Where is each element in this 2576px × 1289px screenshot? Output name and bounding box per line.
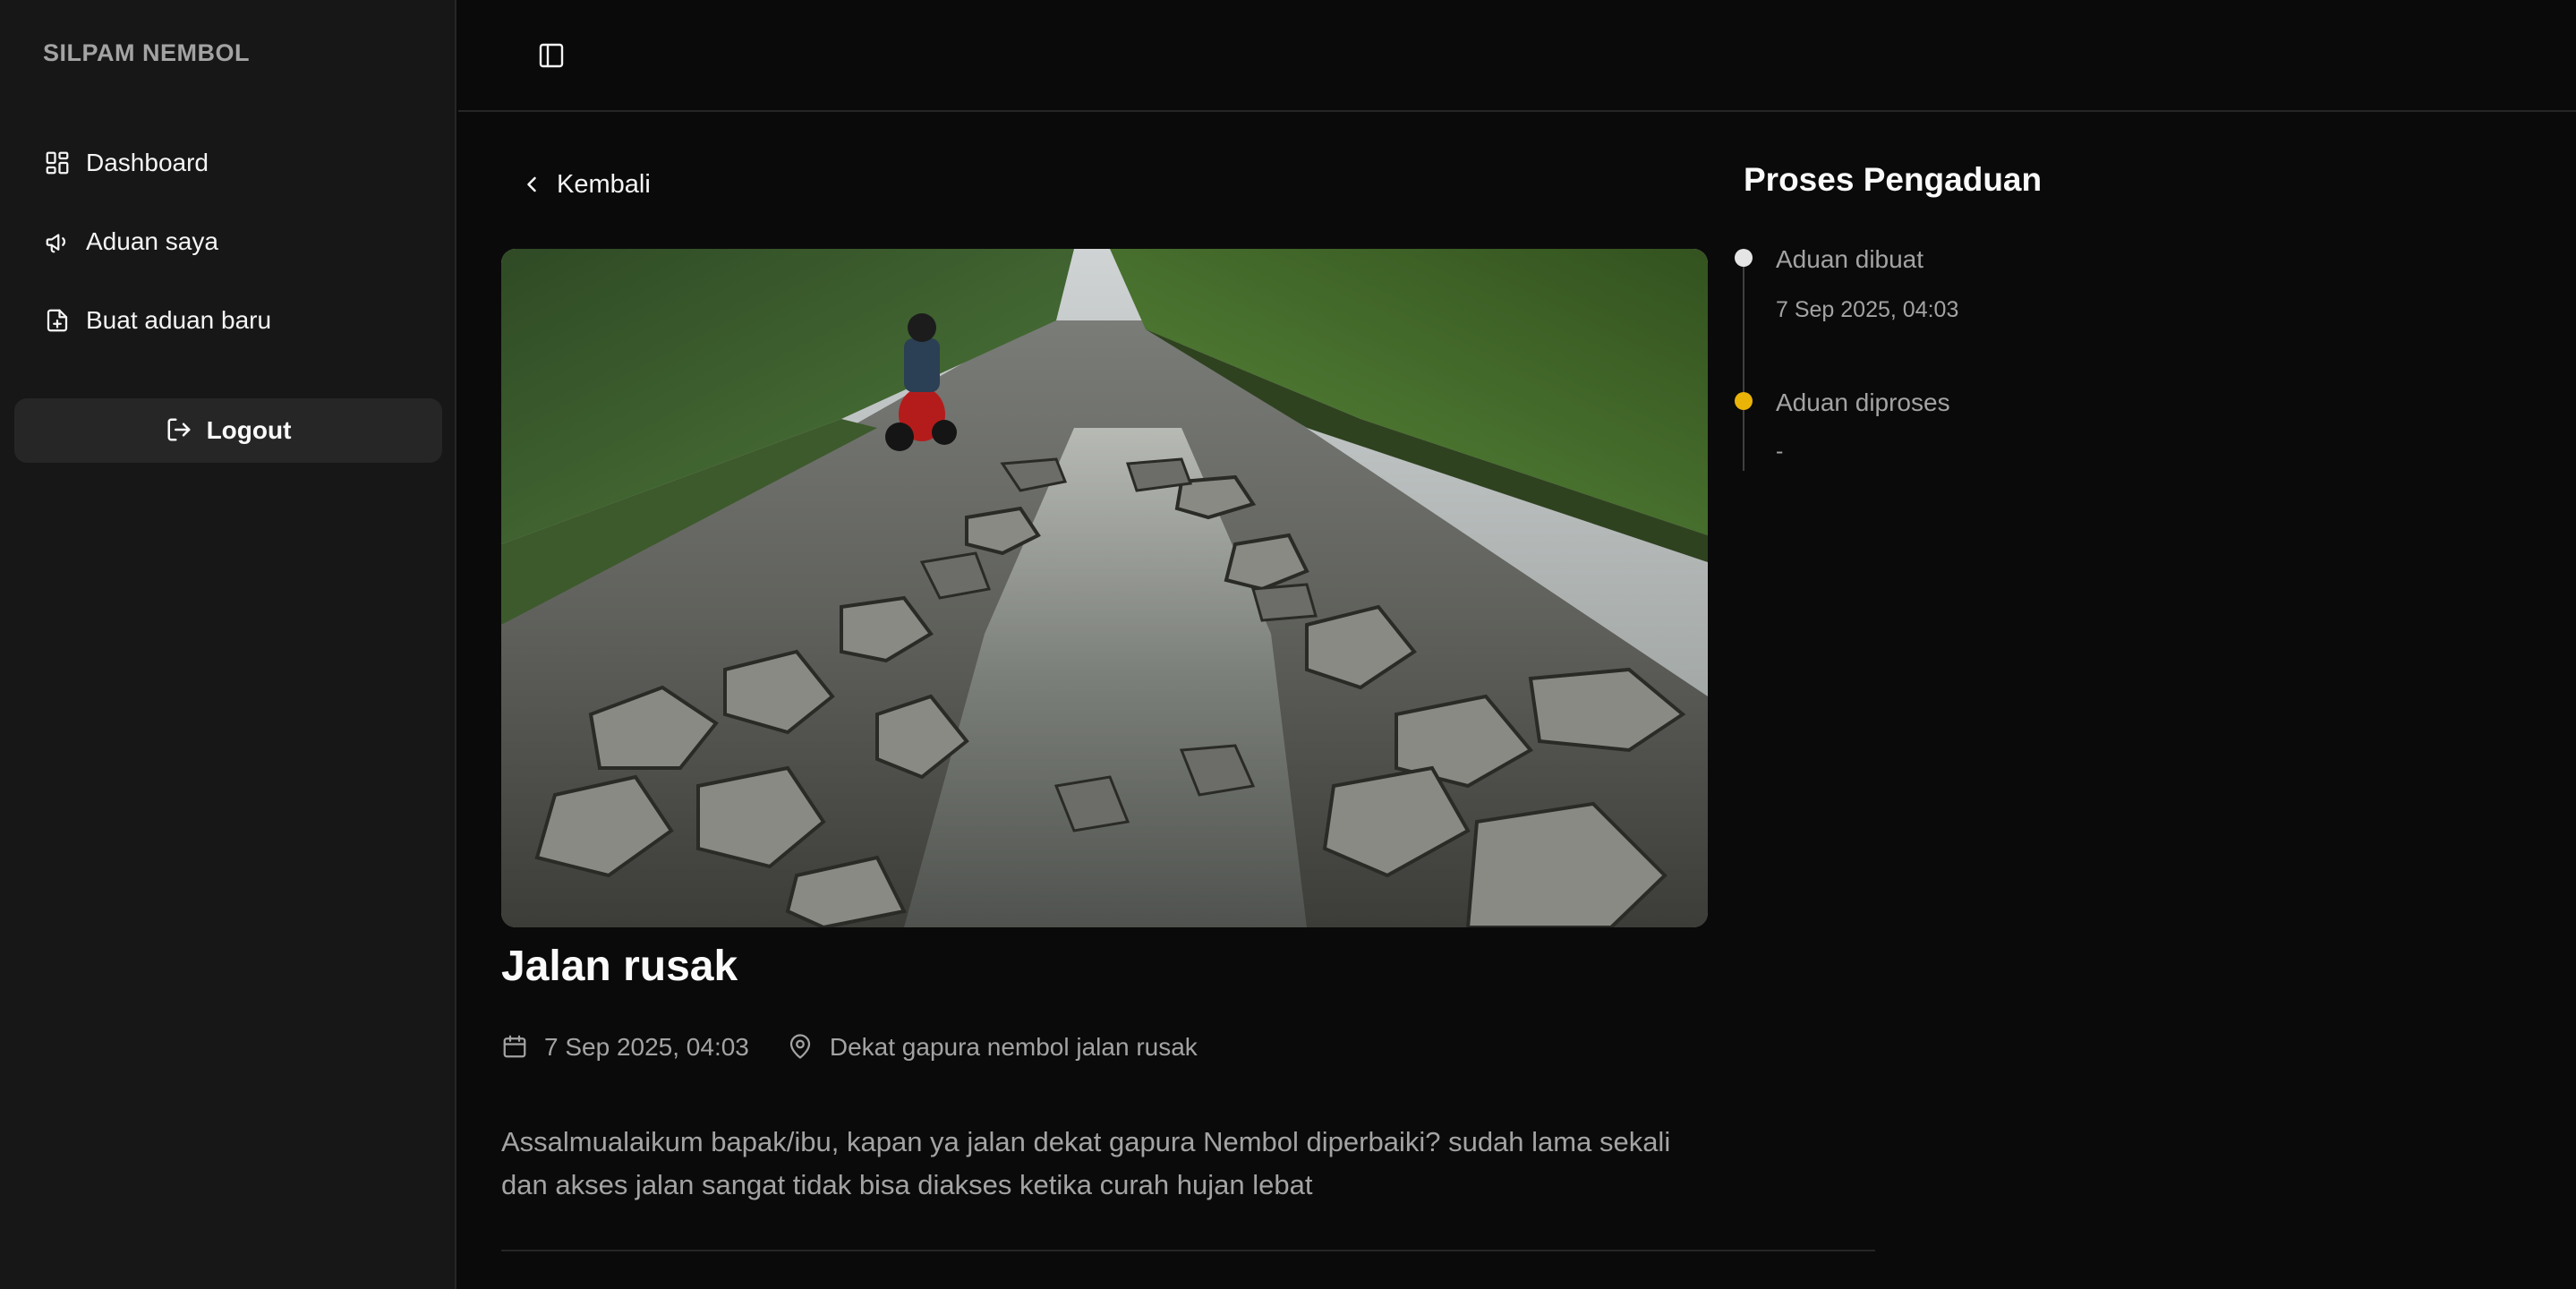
complaint-date: 7 Sep 2025, 04:03 — [544, 1033, 749, 1061]
complaint-title: Jalan rusak — [501, 943, 738, 990]
sidebar-item-aduan-saya[interactable]: Aduan saya — [14, 213, 442, 270]
timeline-line — [1743, 260, 1744, 471]
complaint-meta: 7 Sep 2025, 04:03 Dekat gapura nembol ja… — [501, 1029, 1198, 1065]
logout-label: Logout — [206, 416, 292, 444]
logout-button[interactable]: Logout — [14, 398, 442, 463]
timeline-dot-processed — [1735, 392, 1753, 410]
calendar-icon — [501, 1033, 530, 1062]
process-title: Proses Pengaduan — [1744, 161, 2043, 198]
dashboard-icon — [43, 149, 72, 177]
complaint-location: Dekat gapura nembol jalan rusak — [829, 1033, 1198, 1061]
sidebar-item-label: Aduan saya — [86, 227, 218, 255]
timeline-dot-created — [1735, 249, 1753, 267]
sidebar-item-label: Dashboard — [86, 149, 209, 176]
chevron-left-icon — [527, 176, 536, 192]
sidebar-toggle-icon — [539, 43, 564, 68]
divider — [501, 1250, 1875, 1251]
timeline-step-label: Aduan dibuat — [1776, 245, 1924, 273]
timeline-step-label: Aduan diproses — [1776, 388, 1950, 416]
back-label: Kembali — [557, 169, 651, 199]
sidebar-item-buat-aduan[interactable]: Buat aduan baru — [14, 292, 442, 349]
back-link[interactable]: Kembali — [519, 165, 651, 204]
complaint-photo — [501, 249, 1708, 927]
timeline-step-time: 7 Sep 2025, 04:03 — [1776, 297, 1959, 322]
brand-title: SILPAM NEMBOL — [43, 39, 250, 66]
sidebar: SILPAM NEMBOL Dashboard Aduan saya Buat … — [0, 0, 456, 1289]
file-plus-icon — [43, 306, 72, 335]
sidebar-toggle-button[interactable] — [530, 34, 573, 77]
map-pin-icon — [787, 1033, 815, 1062]
megaphone-icon — [43, 227, 72, 256]
app-root: SILPAM NEMBOL Dashboard Aduan saya Buat … — [0, 0, 2576, 1289]
timeline-step-time: - — [1776, 439, 1784, 464]
sidebar-item-label: Buat aduan baru — [86, 306, 272, 334]
sidebar-item-dashboard[interactable]: Dashboard — [14, 134, 442, 192]
top-header — [458, 0, 2576, 112]
logout-icon — [166, 416, 194, 445]
complaint-description: Assalmualaikum bapak/ibu, kapan ya jalan… — [501, 1126, 1671, 1200]
